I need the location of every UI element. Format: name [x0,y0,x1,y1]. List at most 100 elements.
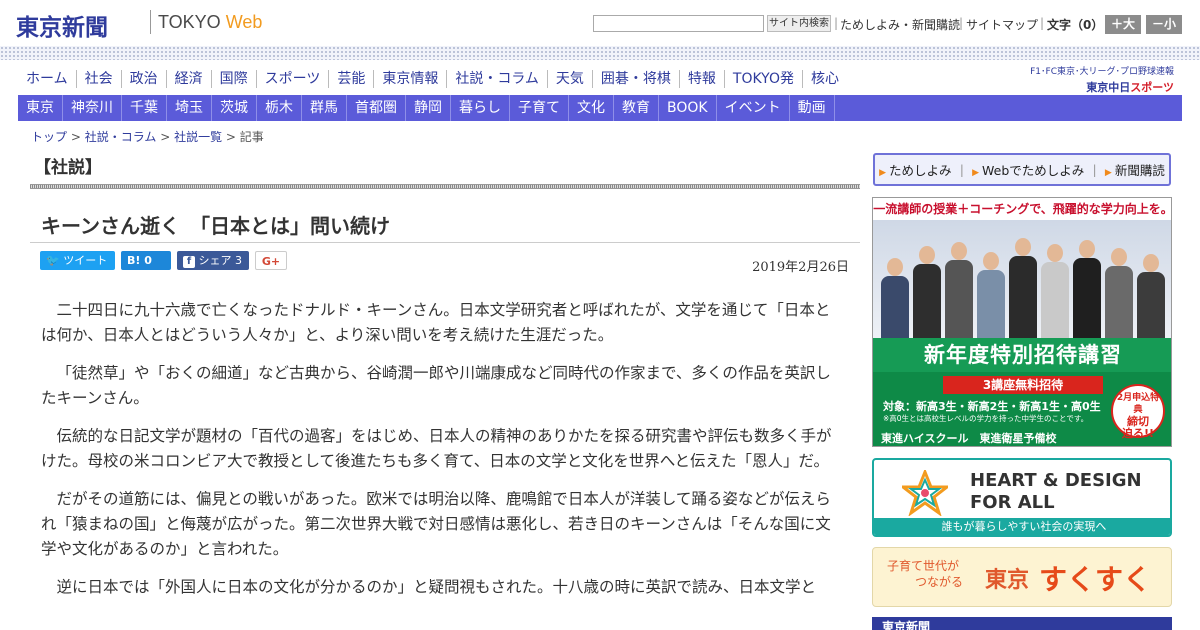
subnav-item-saitama[interactable]: 埼玉 [167,95,212,121]
subnav-item-kanagawa[interactable]: 神奈川 [63,95,122,121]
sukusuku-tagline-line: 子育て世代が [887,559,960,573]
tokyo-web-logo[interactable]: TOKYO Web [158,12,262,33]
nav-item-tokyo-hatsu[interactable]: TOKYO発 [725,70,803,88]
section-divider [30,184,860,189]
ad-headline: 一流講師の授業＋コーチングで、飛躍的な学力向上を。 [873,198,1171,220]
article-paragraph: 二十四日に九十六歳で亡くなったドナルド・キーンさん。日本文学研究者と呼ばれたが、… [41,301,831,344]
promo-trial-link[interactable]: ためしよみ [879,160,952,179]
regional-nav: 東京 神奈川 千葉 埼玉 茨城 栃木 群馬 首都圏 静岡 暮らし 子育て 文化 … [18,95,1182,121]
sukusuku-logo-text: すくすく [1039,563,1152,596]
nav-item-editorial-column[interactable]: 社説・コラム [447,70,548,88]
subnav-item-chiba[interactable]: 千葉 [122,95,167,121]
subnav-item-video[interactable]: 動画 [790,95,835,121]
subnav-item-shizuoka[interactable]: 静岡 [406,95,451,121]
breadcrumb-editorial-list[interactable]: 社説一覧 [174,130,222,144]
lecturer-figure [881,258,909,338]
lecturer-figure [1137,254,1165,338]
header-separator: | [959,16,964,30]
site-header: 東京新聞 TOKYO Web サイト内検索 | ためしよみ・新聞購読 | サイト… [0,0,1200,46]
font-size-label: 文字（0） [1047,18,1104,32]
article-paragraph: 「徒然草」や「おくの細道」など古典から、谷崎潤一郎や川端康成など同時代の作家まで… [41,364,831,407]
heart-design-subtitle: FOR ALL [970,492,1055,513]
ad-free-courses-label: 3講座無料招待 [943,376,1103,394]
tokyo-sukusuku-ad[interactable]: 子育て世代が つながる 東京 すくすく [872,547,1172,607]
nav-item-entertainment[interactable]: 芸能 [329,70,375,88]
subnav-item-education[interactable]: 教育 [614,95,659,121]
subnav-item-gunma[interactable]: 群馬 [302,95,347,121]
font-smaller-button[interactable]: －小 [1146,15,1182,34]
sports-logo-text-a: 東京中日 [1086,81,1131,94]
subnav-item-ibaraki[interactable]: 茨城 [212,95,257,121]
breadcrumb-separator: > [70,130,85,144]
breadcrumb-editorial-column[interactable]: 社説・コラム [85,130,157,144]
breadcrumb: トップ > 社説・コラム > 社説一覧 > 記事 [31,128,264,145]
nav-item-home[interactable]: ホーム [18,70,77,88]
sitemap-link[interactable]: サイトマップ [966,16,1038,33]
trial-subscribe-link[interactable]: ためしよみ・新聞購読 [840,16,960,33]
subnav-item-living[interactable]: 暮らし [451,95,510,121]
ad-banner-title: 新年度特別招待講習 [873,338,1171,372]
subnav-item-book[interactable]: BOOK [659,95,717,121]
title-divider [30,242,860,243]
google-plus-button[interactable]: G+ [255,251,287,270]
hatena-bookmark-button[interactable]: B! 0 [121,251,171,270]
heart-design-title: HEART & DESIGN [970,470,1142,491]
breadcrumb-separator: > [160,130,175,144]
promo-subscribe-link[interactable]: 新聞購読 [1105,160,1165,179]
subnav-item-culture[interactable]: 文化 [569,95,614,121]
nav-item-politics[interactable]: 政治 [122,70,167,88]
nav-item-economy[interactable]: 経済 [167,70,212,88]
sukusuku-tagline: 子育て世代が つながる [887,558,963,590]
lecturer-figure [913,246,941,338]
sports-link-caption: F1･FC東京･大リーグ･プロ野球速報 [1030,67,1174,77]
toshin-ad-banner[interactable]: 一流講師の授業＋コーチングで、飛躍的な学力向上を。 新年度特別招待講習 3講座無… [872,197,1172,447]
breadcrumb-top[interactable]: トップ [31,130,67,144]
site-logo[interactable]: 東京新聞 [16,8,108,42]
nav-item-weather[interactable]: 天気 [548,70,593,88]
section-title: 【社説】 [34,158,102,178]
sports-logo-text-b: スポーツ [1130,81,1174,94]
nav-item-international[interactable]: 国際 [212,70,257,88]
logo-divider [150,10,151,34]
article-paragraph: 逆に日本では「外国人に日本の文化が分かるのか」と疑問視もされた。十八歳の時に英訳… [56,578,817,596]
facebook-share-label: シェア 3 [198,254,243,267]
tweet-label: ツイート [63,254,108,267]
sukusuku-tagline-line: つながる [915,575,964,589]
ad-brand-text: 東進ハイスクール 東進衛星予備校 [881,432,1057,445]
subnav-item-event[interactable]: イベント [717,95,790,121]
facebook-icon: f [183,256,195,268]
lecturer-figure [1009,238,1037,338]
nav-item-sports[interactable]: スポーツ [257,70,330,88]
breadcrumb-separator: > [225,130,240,144]
bird-icon: 🐦 [46,254,60,267]
site-search-button[interactable]: サイト内検索 [767,15,831,32]
nav-item-kakushin[interactable]: 核心 [803,70,847,88]
nav-item-go-shogi[interactable]: 囲碁・将棋 [593,70,680,88]
header-separator: | [834,16,839,30]
lecturer-figure [977,252,1005,338]
promo-web-trial-link[interactable]: Webでためしよみ [972,160,1084,179]
font-bigger-button[interactable]: ＋大 [1105,15,1141,34]
subnav-item-shutoken[interactable]: 首都圏 [347,95,406,121]
nav-item-special-report[interactable]: 特報 [680,70,725,88]
lecturer-figure [1073,240,1101,338]
ad-lecturers-photo [873,220,1171,338]
tokyo-shimbun-bottom-ad[interactable]: 東京新聞 [872,617,1172,630]
subnav-item-tochigi[interactable]: 栃木 [257,95,302,121]
facebook-share-button[interactable]: f シェア 3 [177,251,249,270]
ad-deadline-badge: 2月申込特典 締切 迫る!! [1111,384,1165,440]
main-nav: ホーム 社会 政治 経済 国際 スポーツ 芸能 東京情報 社説・コラム 天気 囲… [18,70,847,90]
article-paragraph: だがその道筋には、偏見との戦いがあった。欧米では明治以降、鹿鳴館で日本人が洋装し… [41,490,831,558]
heart-design-ad[interactable]: HEART & DESIGN FOR ALL 誰もが暮らしやすい社会の実現へ [872,458,1172,537]
promo-separator: | [1092,162,1097,177]
site-search-input[interactable] [593,15,764,32]
nav-item-society[interactable]: 社会 [77,70,122,88]
chunichi-sports-link[interactable]: F1･FC東京･大リーグ･プロ野球速報 東京中日スポーツ [1030,64,1174,95]
subnav-item-parenting[interactable]: 子育て [510,95,569,121]
lecturer-figure [1105,248,1133,338]
star-emblem-icon [902,470,948,516]
promo-separator: | [959,162,964,177]
nav-item-tokyo-info[interactable]: 東京情報 [374,70,448,88]
subnav-item-tokyo[interactable]: 東京 [18,95,63,121]
tweet-button[interactable]: 🐦 ツイート [40,251,115,270]
